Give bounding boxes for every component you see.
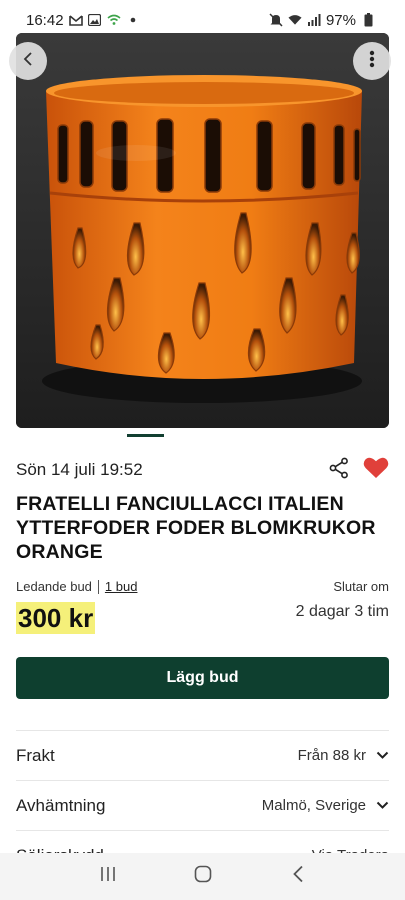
shipping-row[interactable]: Frakt Från 88 kr (16, 730, 389, 780)
current-price: 300 kr (16, 602, 96, 634)
pickup-row[interactable]: Avhämtning Malmö, Sverige (16, 780, 389, 830)
time-left: 2 dagar 3 tim (295, 603, 389, 620)
more-vertical-icon (369, 50, 375, 73)
divider (97, 579, 99, 594)
image-pager-indicator (127, 434, 164, 437)
gmail-icon (68, 13, 83, 27)
recent-apps-icon (100, 866, 116, 887)
back-arrow-icon (292, 865, 304, 888)
home-icon (194, 865, 212, 888)
chevron-left-icon (21, 51, 35, 72)
mute-icon (269, 13, 283, 27)
wifi-calling-icon (107, 13, 121, 27)
ends-in-label: Slutar om (333, 579, 389, 594)
pickup-label: Avhämtning (16, 795, 106, 815)
chevron-down-icon (376, 747, 389, 764)
shipping-value: Från 88 kr (297, 747, 366, 764)
shipping-label: Frakt (16, 745, 55, 765)
more-options-button[interactable] (353, 42, 391, 80)
listing-meta-row: Sön 14 juli 19:52 (16, 456, 389, 484)
place-bid-button[interactable]: Lägg bud (16, 657, 389, 699)
back-button[interactable] (9, 42, 47, 80)
listing-date: Sön 14 juli 19:52 (16, 460, 143, 479)
dot-icon (126, 13, 140, 27)
share-icon[interactable] (329, 457, 349, 484)
heart-icon[interactable] (363, 456, 389, 484)
bid-info-labels: Ledande bud 1 bud Slutar om (16, 579, 389, 594)
signal-icon (307, 13, 321, 27)
chevron-down-icon (376, 797, 389, 814)
leading-bid-label: Ledande bud (16, 579, 92, 594)
battery-icon (361, 13, 375, 27)
system-nav-bar (0, 853, 405, 900)
gallery-icon (88, 13, 102, 27)
wifi-icon (288, 13, 302, 27)
pickup-value: Malmö, Sverige (261, 797, 366, 814)
status-time: 16:42 (26, 11, 64, 29)
home-button[interactable] (183, 857, 223, 897)
battery-percent: 97% (325, 11, 356, 29)
bid-count-link[interactable]: 1 bud (105, 579, 138, 594)
recent-apps-button[interactable] (88, 857, 128, 897)
product-image[interactable] (16, 33, 389, 428)
listing-title: FRATELLI FANCIULLACCI ITALIEN YTTERFODER… (16, 493, 376, 563)
nav-back-button[interactable] (278, 857, 318, 897)
price-row: 300 kr 2 dagar 3 tim (16, 602, 389, 634)
